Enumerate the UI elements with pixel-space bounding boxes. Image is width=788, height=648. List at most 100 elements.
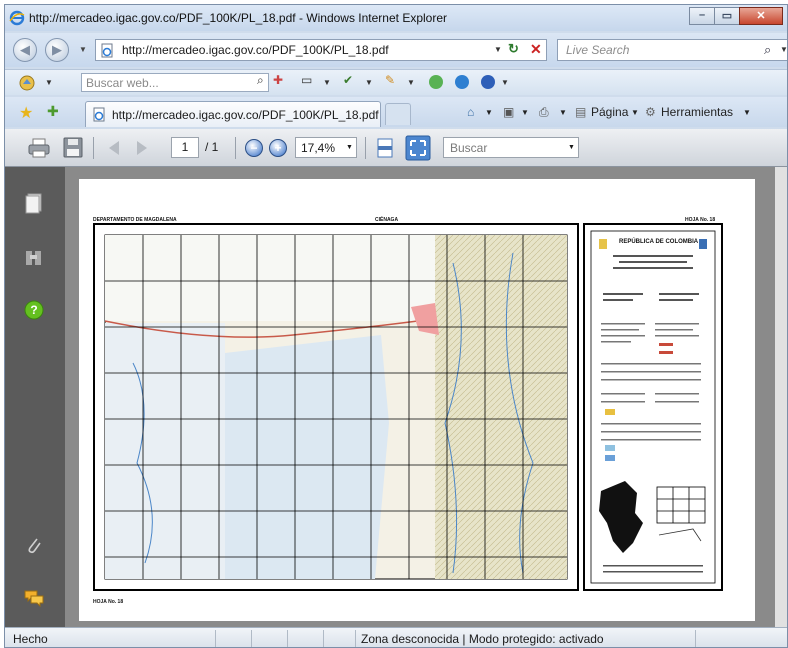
browser-tab[interactable]: http://mercadeo.igac.gov.co/PDF_100K/PL_… [85, 101, 381, 127]
search-icon[interactable]: ⌕ [764, 42, 771, 58]
page-total: / 1 [205, 140, 219, 154]
zoom-dropdown-icon[interactable]: ▼ [346, 144, 353, 151]
forward-arrow-icon: ▶ [52, 42, 62, 57]
status-bar: Hecho Zona desconocida | Modo protegido:… [5, 627, 787, 647]
search-box[interactable]: Live Search ⌕ ▼ [557, 39, 787, 61]
signatures-icon[interactable] [23, 247, 45, 269]
status-divider [355, 630, 356, 647]
window-controls: – ▭ ✕ [689, 7, 783, 25]
refresh-icon[interactable]: ↻ [508, 41, 519, 57]
favorites-star-icon[interactable]: ★ [19, 103, 33, 123]
highlight-icon[interactable]: ✎ [385, 73, 395, 87]
globe-icon[interactable] [455, 75, 469, 89]
sheet-number-bottom: HOJA No. 18 [93, 599, 124, 605]
web-search-icon[interactable]: ⌕ [257, 73, 264, 88]
address-url[interactable]: http://mercadeo.igac.gov.co/PDF_100K/PL_… [122, 43, 389, 57]
close-icon: ✕ [756, 10, 766, 22]
tools-menu-button[interactable]: Herramientas [661, 105, 733, 119]
status-divider [695, 630, 696, 647]
page-menu-icon: ▤ [575, 105, 587, 119]
rss-icon[interactable]: ▭ [301, 73, 312, 87]
svg-text:?: ? [30, 303, 37, 317]
stop-icon[interactable]: ✕ [530, 41, 542, 58]
tab-page-icon [93, 107, 105, 122]
zoom-out-button[interactable]: − [245, 139, 263, 157]
toolbar-separator [365, 137, 366, 159]
pdf-search-dropdown-icon[interactable]: ▼ [568, 144, 575, 151]
tab-label[interactable]: http://mercadeo.igac.gov.co/PDF_100K/PL_… [112, 108, 379, 122]
zoom-in-icon: + [274, 141, 282, 155]
search-placeholder[interactable]: Live Search [566, 43, 629, 57]
pdf-toolbar: 1 / 1 − + 17,4% ▼ Buscar ▼ [5, 129, 787, 167]
pages-icon[interactable] [23, 193, 45, 215]
minimize-icon: – [698, 9, 706, 21]
add-icon[interactable]: ✚ [273, 73, 283, 87]
browser-window: http://mercadeo.igac.gov.co/PDF_100K/PL_… [4, 4, 788, 648]
fit-width-icon[interactable] [373, 137, 397, 159]
status-divider [215, 630, 216, 647]
feeds-dropdown-icon[interactable]: ▼ [521, 108, 529, 117]
print-dropdown-icon[interactable]: ▼ [559, 108, 567, 117]
print-icon[interactable]: ⎙ [539, 105, 549, 120]
document-viewer: DEPARTAMENTO DE MAGDALENA CIÉNAGA HOJA N… [65, 167, 787, 627]
close-button[interactable]: ✕ [739, 7, 783, 25]
feeds-icon[interactable]: ▣ [503, 105, 514, 119]
bookmark-icon[interactable]: ✔ [343, 73, 353, 87]
print-pdf-icon[interactable] [27, 137, 51, 159]
toolbar-menu-dropdown-icon[interactable]: ▼ [45, 78, 53, 87]
gear-icon: ⚙ [645, 105, 656, 119]
save-icon[interactable] [61, 137, 85, 159]
pdf-search-placeholder[interactable]: Buscar [450, 141, 487, 155]
forward-button[interactable]: ▶ [45, 38, 69, 62]
page-menu-dropdown-icon[interactable]: ▼ [631, 108, 639, 117]
country-title: REPÚBLICA DE COLOMBIA [619, 239, 699, 245]
tools-menu-dropdown-icon[interactable]: ▼ [743, 108, 751, 117]
bookmark-dropdown-icon[interactable]: ▼ [365, 78, 373, 87]
web-search-input[interactable]: Buscar web... [81, 73, 269, 92]
fit-page-icon[interactable] [405, 135, 431, 161]
zoom-level-select[interactable]: 17,4% ▼ [295, 137, 357, 158]
recent-pages-dropdown-icon[interactable]: ▼ [79, 45, 87, 54]
navigation-panel: ? [5, 167, 65, 627]
vertical-scrollbar[interactable] [775, 167, 787, 627]
home-dropdown-icon[interactable]: ▼ [485, 108, 493, 117]
maximize-icon: ▭ [721, 10, 733, 22]
highlight-dropdown-icon[interactable]: ▼ [407, 78, 415, 87]
zoom-in-button[interactable]: + [269, 139, 287, 157]
status-divider [287, 630, 288, 647]
comments-icon[interactable] [23, 587, 45, 609]
add-favorite-icon[interactable]: ✚ [47, 103, 59, 120]
address-dropdown-icon[interactable]: ▼ [494, 45, 502, 54]
help-dropdown-icon[interactable]: ▼ [501, 78, 509, 87]
toolbar-logo-icon[interactable] [19, 75, 35, 91]
page-number-input[interactable]: 1 [171, 137, 199, 158]
pdf-search-input[interactable]: Buscar ▼ [443, 137, 579, 158]
attachment-icon[interactable] [23, 535, 45, 557]
address-bar[interactable]: http://mercadeo.igac.gov.co/PDF_100K/PL_… [95, 39, 547, 61]
pdf-page: DEPARTAMENTO DE MAGDALENA CIÉNAGA HOJA N… [79, 179, 755, 621]
zoom-level-value[interactable]: 17,4% [301, 141, 335, 155]
topographic-map [93, 223, 579, 591]
home-icon[interactable]: ⌂ [467, 105, 474, 119]
page-icon [101, 43, 113, 58]
rss-dropdown-icon[interactable]: ▼ [323, 78, 331, 87]
security-icon[interactable] [429, 75, 443, 89]
search-dropdown-icon[interactable]: ▼ [780, 45, 787, 54]
help-icon[interactable] [481, 75, 495, 89]
new-tab-button[interactable] [385, 103, 411, 125]
next-page-icon[interactable] [129, 137, 153, 159]
search-toolbar: ▼ Buscar web... ⌕ ✚ ▭ ▼ ✔ ▼ ✎ ▼ ▼ [5, 69, 787, 95]
security-zone-text[interactable]: Zona desconocida | Modo protegido: activ… [361, 632, 604, 646]
minimize-button[interactable]: – [689, 7, 715, 25]
help-icon[interactable]: ? [23, 299, 45, 321]
back-button[interactable]: ◀ [13, 38, 37, 62]
web-search-placeholder[interactable]: Buscar web... [86, 76, 159, 90]
internet-explorer-icon [9, 10, 25, 26]
previous-page-icon[interactable] [103, 137, 127, 159]
page-menu-button[interactable]: Página [591, 105, 628, 119]
maximize-button[interactable]: ▭ [714, 7, 740, 25]
status-text: Hecho [13, 632, 48, 646]
address-row: ◀ ▶ ▼ http://mercadeo.igac.gov.co/PDF_10… [5, 33, 787, 67]
back-arrow-icon: ◀ [20, 42, 30, 57]
tab-row: ★ ✚ http://mercadeo.igac.gov.co/PDF_100K… [5, 97, 787, 127]
